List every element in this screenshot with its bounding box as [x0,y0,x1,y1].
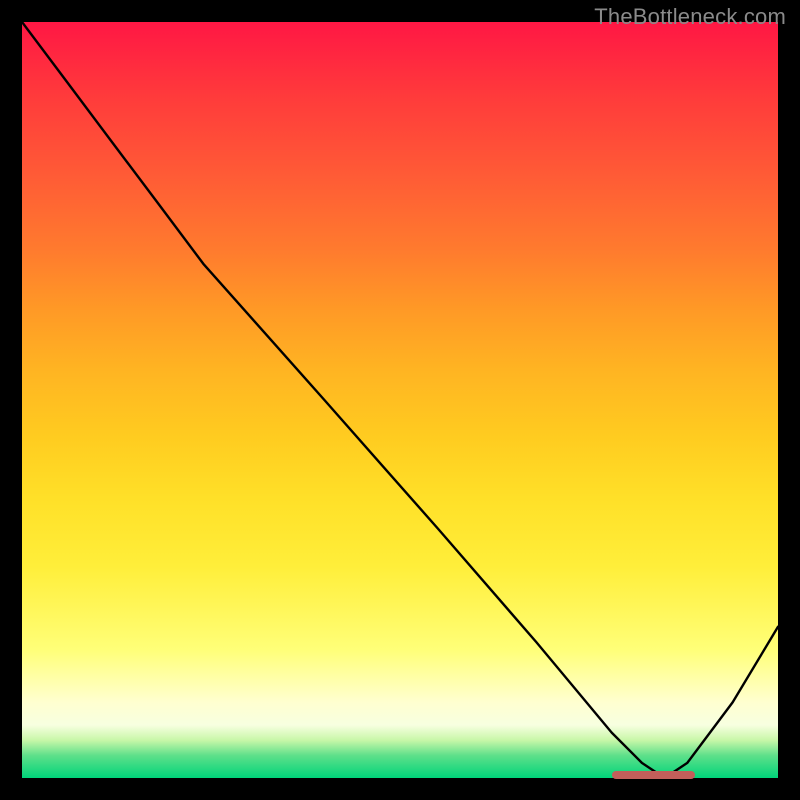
bottleneck-curve [22,22,778,778]
watermark-text: TheBottleneck.com [594,4,786,30]
optimal-marker [612,771,695,779]
curve-layer [22,22,778,778]
plot-area [22,22,778,778]
chart-stage: TheBottleneck.com [0,0,800,800]
